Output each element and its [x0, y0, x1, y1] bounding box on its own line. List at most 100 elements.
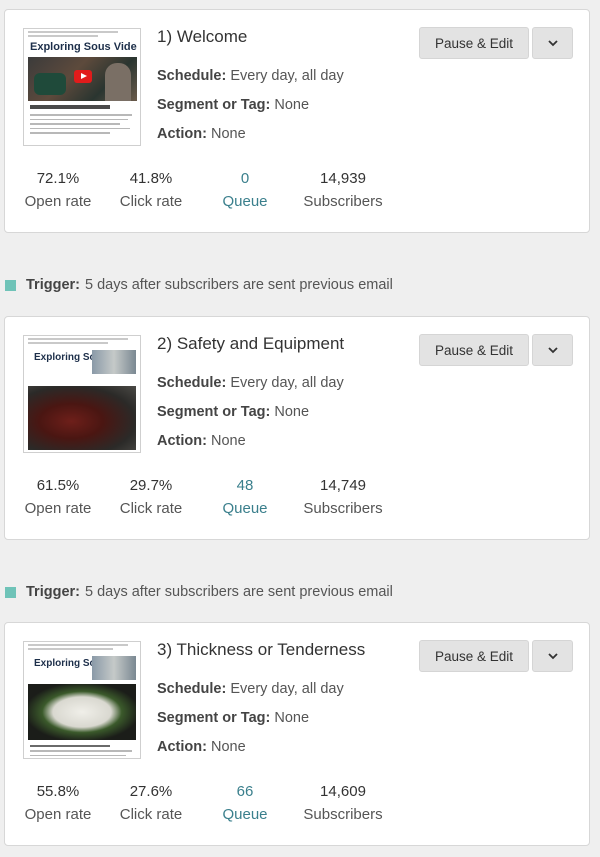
segment-value: None [274, 710, 310, 726]
action-value: None [210, 739, 246, 755]
open-rate-stat: 61.5% Open rate [23, 475, 93, 520]
trigger-label: Trigger: [26, 277, 80, 293]
email-thumbnail-3[interactable]: Exploring Sous Vide [23, 641, 141, 759]
click-rate-value: 29.7% [129, 477, 173, 494]
email-card-3: Exploring Sous Vide 3) Thickness or Tend… [4, 622, 590, 846]
queue-stat[interactable]: 0 Queue [212, 168, 278, 213]
click-rate-label: Click rate [119, 193, 183, 210]
subscribers-value: 14,609 [320, 783, 366, 800]
email-title: 3) Thickness or Tenderness [157, 640, 366, 659]
subscribers-stat: 14,609 Subscribers [301, 781, 385, 826]
chevron-down-icon [547, 652, 558, 659]
subscribers-value: 14,939 [320, 170, 366, 187]
subscribers-value: 14,749 [320, 477, 366, 494]
click-rate-stat: 41.8% Click rate [116, 168, 186, 213]
open-rate-label: Open rate [24, 500, 92, 517]
segment-row: Segment or Tag: None [157, 404, 309, 420]
click-rate-value: 41.8% [129, 170, 173, 187]
email-stats: 55.8% Open rate 27.6% Click rate 66 Queu… [5, 781, 425, 831]
action-value: None [210, 126, 246, 142]
action-row: Action: None [157, 126, 246, 142]
action-row: Action: None [157, 739, 246, 755]
queue-stat[interactable]: 66 Queue [212, 781, 278, 826]
trigger-row-1: Trigger: 5 days after subscribers are se… [5, 277, 393, 293]
open-rate-value: 72.1% [36, 170, 80, 187]
queue-value[interactable]: 48 [212, 475, 278, 497]
trigger-text: 5 days after subscribers are sent previo… [84, 584, 393, 600]
schedule-value: Every day, all day [230, 375, 344, 391]
chevron-down-icon [547, 39, 558, 46]
click-rate-stat: 29.7% Click rate [116, 475, 186, 520]
segment-value: None [274, 404, 310, 420]
open-rate-value: 61.5% [36, 477, 80, 494]
email-title: 1) Welcome [157, 27, 248, 46]
email-thumbnail-1[interactable]: Exploring Sous Vide [23, 28, 141, 146]
subscribers-stat: 14,749 Subscribers [301, 475, 385, 520]
segment-row: Segment or Tag: None [157, 710, 309, 726]
schedule-row: Schedule: Every day, all day [157, 681, 344, 697]
pause-edit-button[interactable]: Pause & Edit [419, 640, 529, 672]
schedule-value: Every day, all day [230, 68, 344, 84]
email-title: 2) Safety and Equipment [157, 334, 345, 353]
subscribers-stat: 14,939 Subscribers [301, 168, 385, 213]
open-rate-label: Open rate [24, 193, 92, 210]
queue-value[interactable]: 66 [212, 781, 278, 803]
subscribers-label: Subscribers [303, 500, 383, 517]
segment-label: Segment or Tag: [157, 710, 271, 726]
queue-label[interactable]: Queue [212, 498, 278, 520]
trigger-text: 5 days after subscribers are sent previo… [84, 277, 393, 293]
actions-dropdown-button[interactable] [532, 640, 573, 672]
queue-value[interactable]: 0 [212, 168, 278, 190]
steak-photo [28, 386, 136, 450]
actions-dropdown-button[interactable] [532, 27, 573, 59]
schedule-label: Schedule: [157, 681, 227, 697]
click-rate-stat: 27.6% Click rate [116, 781, 186, 826]
email-card-1: Exploring Sous Vide 1) Welcome Schedule:… [4, 9, 590, 233]
actions-dropdown-button[interactable] [532, 334, 573, 366]
trigger-row-2: Trigger: 5 days after subscribers are se… [5, 584, 393, 600]
action-row: Action: None [157, 433, 246, 449]
queue-label[interactable]: Queue [212, 191, 278, 213]
action-value: None [210, 433, 246, 449]
email-actions: Pause & Edit [419, 27, 573, 59]
action-label: Action: [157, 739, 207, 755]
thumbnail-heading: Exploring Sous Vide [30, 41, 137, 53]
chevron-down-icon [547, 346, 558, 353]
trigger-label: Trigger: [26, 584, 80, 600]
queue-label[interactable]: Queue [212, 804, 278, 826]
open-rate-label: Open rate [24, 806, 92, 823]
open-rate-value: 55.8% [36, 783, 80, 800]
action-label: Action: [157, 433, 207, 449]
pause-edit-button[interactable]: Pause & Edit [419, 27, 529, 59]
pause-edit-button[interactable]: Pause & Edit [419, 334, 529, 366]
email-actions: Pause & Edit [419, 334, 573, 366]
email-thumbnail-2[interactable]: Exploring Sous Vide [23, 335, 141, 453]
video-preview [28, 57, 137, 101]
square-marker-icon [5, 279, 16, 291]
play-icon [74, 70, 92, 83]
subscribers-label: Subscribers [303, 806, 383, 823]
plate-photo [28, 684, 136, 740]
schedule-label: Schedule: [157, 68, 227, 84]
schedule-label: Schedule: [157, 375, 227, 391]
subscribers-label: Subscribers [303, 193, 383, 210]
click-rate-label: Click rate [119, 806, 183, 823]
square-marker-icon [5, 586, 16, 598]
open-rate-stat: 55.8% Open rate [23, 781, 93, 826]
click-rate-value: 27.6% [129, 783, 173, 800]
email-stats: 61.5% Open rate 29.7% Click rate 48 Queu… [5, 475, 425, 525]
email-card-2: Exploring Sous Vide 2) Safety and Equipm… [4, 316, 590, 540]
email-stats: 72.1% Open rate 41.8% Click rate 0 Queue… [5, 168, 425, 218]
queue-stat[interactable]: 48 Queue [212, 475, 278, 520]
email-actions: Pause & Edit [419, 640, 573, 672]
segment-row: Segment or Tag: None [157, 97, 309, 113]
click-rate-label: Click rate [119, 500, 183, 517]
segment-label: Segment or Tag: [157, 404, 271, 420]
open-rate-stat: 72.1% Open rate [23, 168, 93, 213]
schedule-row: Schedule: Every day, all day [157, 375, 344, 391]
schedule-value: Every day, all day [230, 681, 344, 697]
segment-label: Segment or Tag: [157, 97, 271, 113]
segment-value: None [274, 97, 310, 113]
action-label: Action: [157, 126, 207, 142]
schedule-row: Schedule: Every day, all day [157, 68, 344, 84]
